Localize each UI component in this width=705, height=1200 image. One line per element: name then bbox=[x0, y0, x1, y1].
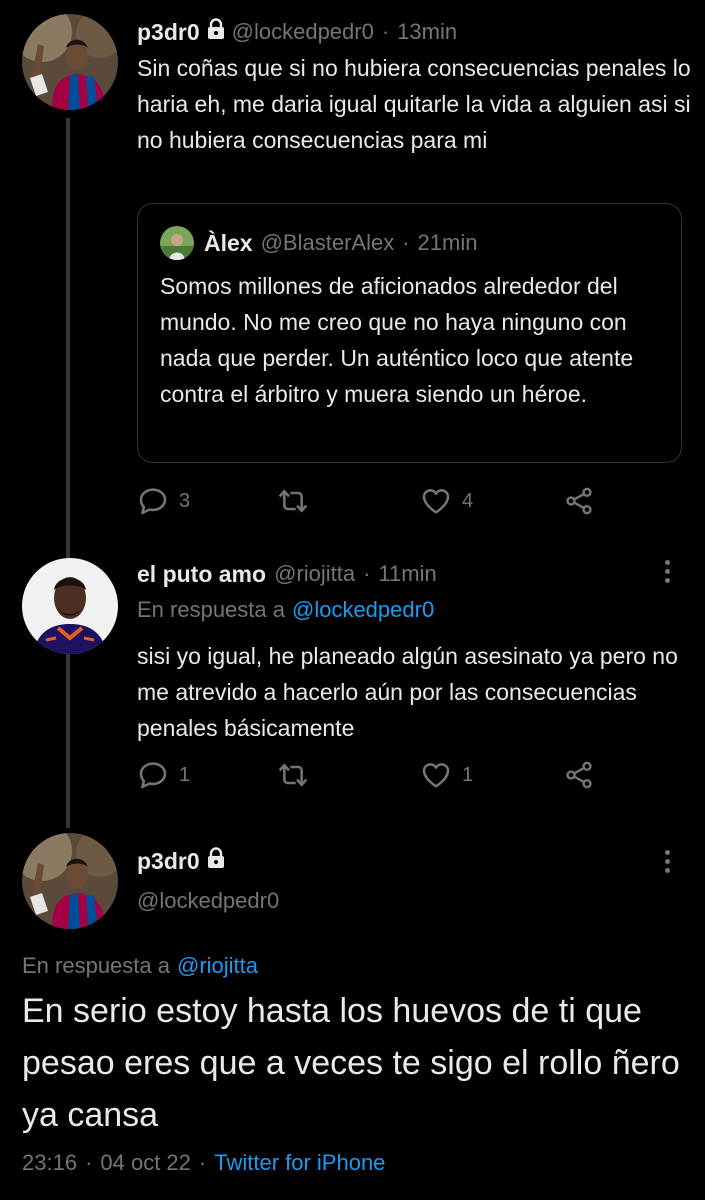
quote-text: Somos millones de aficionados alrededor … bbox=[160, 273, 634, 407]
retweet-button[interactable] bbox=[277, 485, 309, 517]
reply-count: 3 bbox=[179, 489, 191, 512]
avatar[interactable] bbox=[22, 14, 118, 110]
separator-dot: · bbox=[381, 19, 390, 44]
handle[interactable]: @riojitta bbox=[274, 561, 355, 587]
reply-button[interactable]: 3 bbox=[137, 485, 190, 517]
display-name[interactable]: p3dr0 bbox=[137, 848, 200, 875]
retweet-button[interactable] bbox=[277, 759, 309, 791]
handle[interactable]: @lockedpedr0 bbox=[137, 888, 279, 914]
separator-dot: · bbox=[198, 1150, 207, 1175]
timestamp[interactable]: 13min bbox=[397, 19, 457, 45]
tweet-date[interactable]: 04 oct 22 bbox=[100, 1150, 191, 1176]
lock-icon bbox=[206, 18, 226, 46]
retweet-icon bbox=[277, 759, 309, 791]
quote-header: Àlex @BlasterAlex · 21min bbox=[204, 228, 477, 258]
like-button[interactable]: 4 bbox=[420, 485, 473, 517]
reply-icon bbox=[137, 759, 169, 791]
timestamp: 21min bbox=[417, 230, 478, 255]
separator-dot: · bbox=[363, 561, 371, 586]
lock-icon bbox=[206, 847, 226, 875]
share-button[interactable] bbox=[563, 485, 595, 517]
reply-prefix: En respuesta a bbox=[22, 953, 170, 978]
display-name[interactable]: p3dr0 bbox=[137, 19, 200, 46]
reply-context: En respuesta a @riojitta bbox=[22, 950, 258, 982]
reply-prefix: En respuesta a bbox=[137, 597, 285, 622]
handle: @BlasterAlex bbox=[260, 230, 395, 255]
reply-to-link[interactable]: @riojitta bbox=[177, 953, 258, 979]
reply-icon bbox=[137, 485, 169, 517]
main-tweet-text: En serio estoy hasta los huevos de ti qu… bbox=[22, 992, 680, 1134]
tweet-meta: 23:16 · 04 oct 22 · Twitter for iPhone bbox=[22, 1147, 385, 1179]
heart-icon bbox=[420, 759, 452, 791]
share-icon bbox=[563, 759, 595, 791]
display-name[interactable]: el puto amo bbox=[137, 561, 266, 588]
share-icon bbox=[563, 485, 595, 517]
thread-line bbox=[66, 118, 70, 828]
share-button[interactable] bbox=[563, 759, 595, 791]
tweet-text: Sin coñas que si no hubiera consecuencia… bbox=[137, 55, 691, 153]
avatar bbox=[160, 226, 194, 260]
reply-context: En respuesta a @lockedpedr0 bbox=[137, 594, 434, 626]
tweet1-actions: 3 4 bbox=[137, 485, 597, 517]
more-icon[interactable] bbox=[665, 560, 670, 583]
like-count: 4 bbox=[462, 489, 474, 512]
tweet-text: sisi yo igual, he planeado algún asesina… bbox=[137, 643, 678, 741]
avatar[interactable] bbox=[22, 833, 118, 929]
timestamp[interactable]: 11min bbox=[378, 561, 436, 587]
main-header-name: p3dr0 bbox=[137, 845, 232, 877]
handle[interactable]: @lockedpedr0 bbox=[232, 19, 374, 45]
like-count: 1 bbox=[462, 763, 474, 786]
reply-count: 1 bbox=[179, 763, 191, 786]
tweet2-header: el puto amo @riojitta · 11min bbox=[137, 558, 437, 590]
separator-dot: · bbox=[85, 1150, 93, 1175]
reply-button[interactable]: 1 bbox=[137, 759, 190, 791]
display-name: Àlex bbox=[204, 229, 253, 256]
tweet-time[interactable]: 23:16 bbox=[22, 1150, 77, 1176]
main-header-handle: @lockedpedr0 bbox=[137, 885, 279, 917]
avatar[interactable] bbox=[22, 558, 118, 654]
more-icon[interactable] bbox=[665, 850, 670, 873]
quoted-tweet[interactable]: Àlex @BlasterAlex · 21min Somos millones… bbox=[137, 203, 682, 463]
separator-dot: · bbox=[402, 230, 410, 255]
tweet1-header: p3dr0 @lockedpedr0 · 13min bbox=[137, 16, 457, 48]
reply-to-link[interactable]: @lockedpedr0 bbox=[292, 597, 434, 623]
retweet-icon bbox=[277, 485, 309, 517]
source-link[interactable]: Twitter for iPhone bbox=[214, 1150, 385, 1176]
tweet2-actions: 1 1 bbox=[137, 759, 597, 791]
like-button[interactable]: 1 bbox=[420, 759, 473, 791]
heart-icon bbox=[420, 485, 452, 517]
